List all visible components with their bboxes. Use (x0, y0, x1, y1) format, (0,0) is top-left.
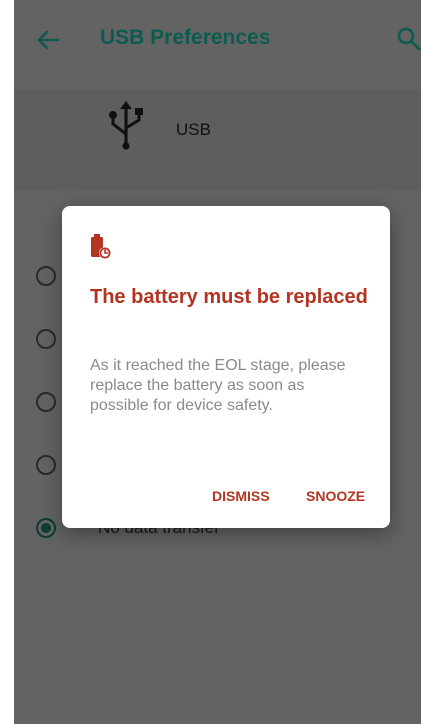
usb-label: USB (176, 120, 211, 139)
usb-option-radio-4[interactable] (36, 455, 56, 475)
battery-alert-dialog: The battery must be replaced As it reach… (62, 206, 390, 528)
page-title: USB Preferences (100, 26, 271, 49)
usb-header: USB (14, 90, 421, 190)
snooze-button[interactable]: SNOOZE (302, 484, 369, 508)
dialog-title: The battery must be replaced (90, 286, 368, 308)
usb-option-radio-no-data-transfer[interactable] (36, 518, 56, 538)
battery-alert-icon (91, 234, 111, 259)
search-icon (397, 27, 421, 51)
usb-icon (109, 101, 143, 150)
toolbar: USB Preferences (14, 0, 421, 80)
usb-option-radio-2[interactable] (36, 329, 56, 349)
screen-edge (0, 0, 14, 724)
back-button[interactable] (34, 26, 62, 54)
screen: USB Preferences USB The battery must be … (0, 0, 421, 724)
usb-option-radio-3[interactable] (36, 392, 56, 412)
search-button[interactable] (396, 26, 421, 52)
dialog-message: As it reached the EOL stage, please repl… (90, 357, 346, 414)
arrow-back-icon (37, 30, 60, 50)
usb-option-radio-1[interactable] (36, 266, 56, 286)
dismiss-button[interactable]: DISMISS (208, 484, 274, 508)
